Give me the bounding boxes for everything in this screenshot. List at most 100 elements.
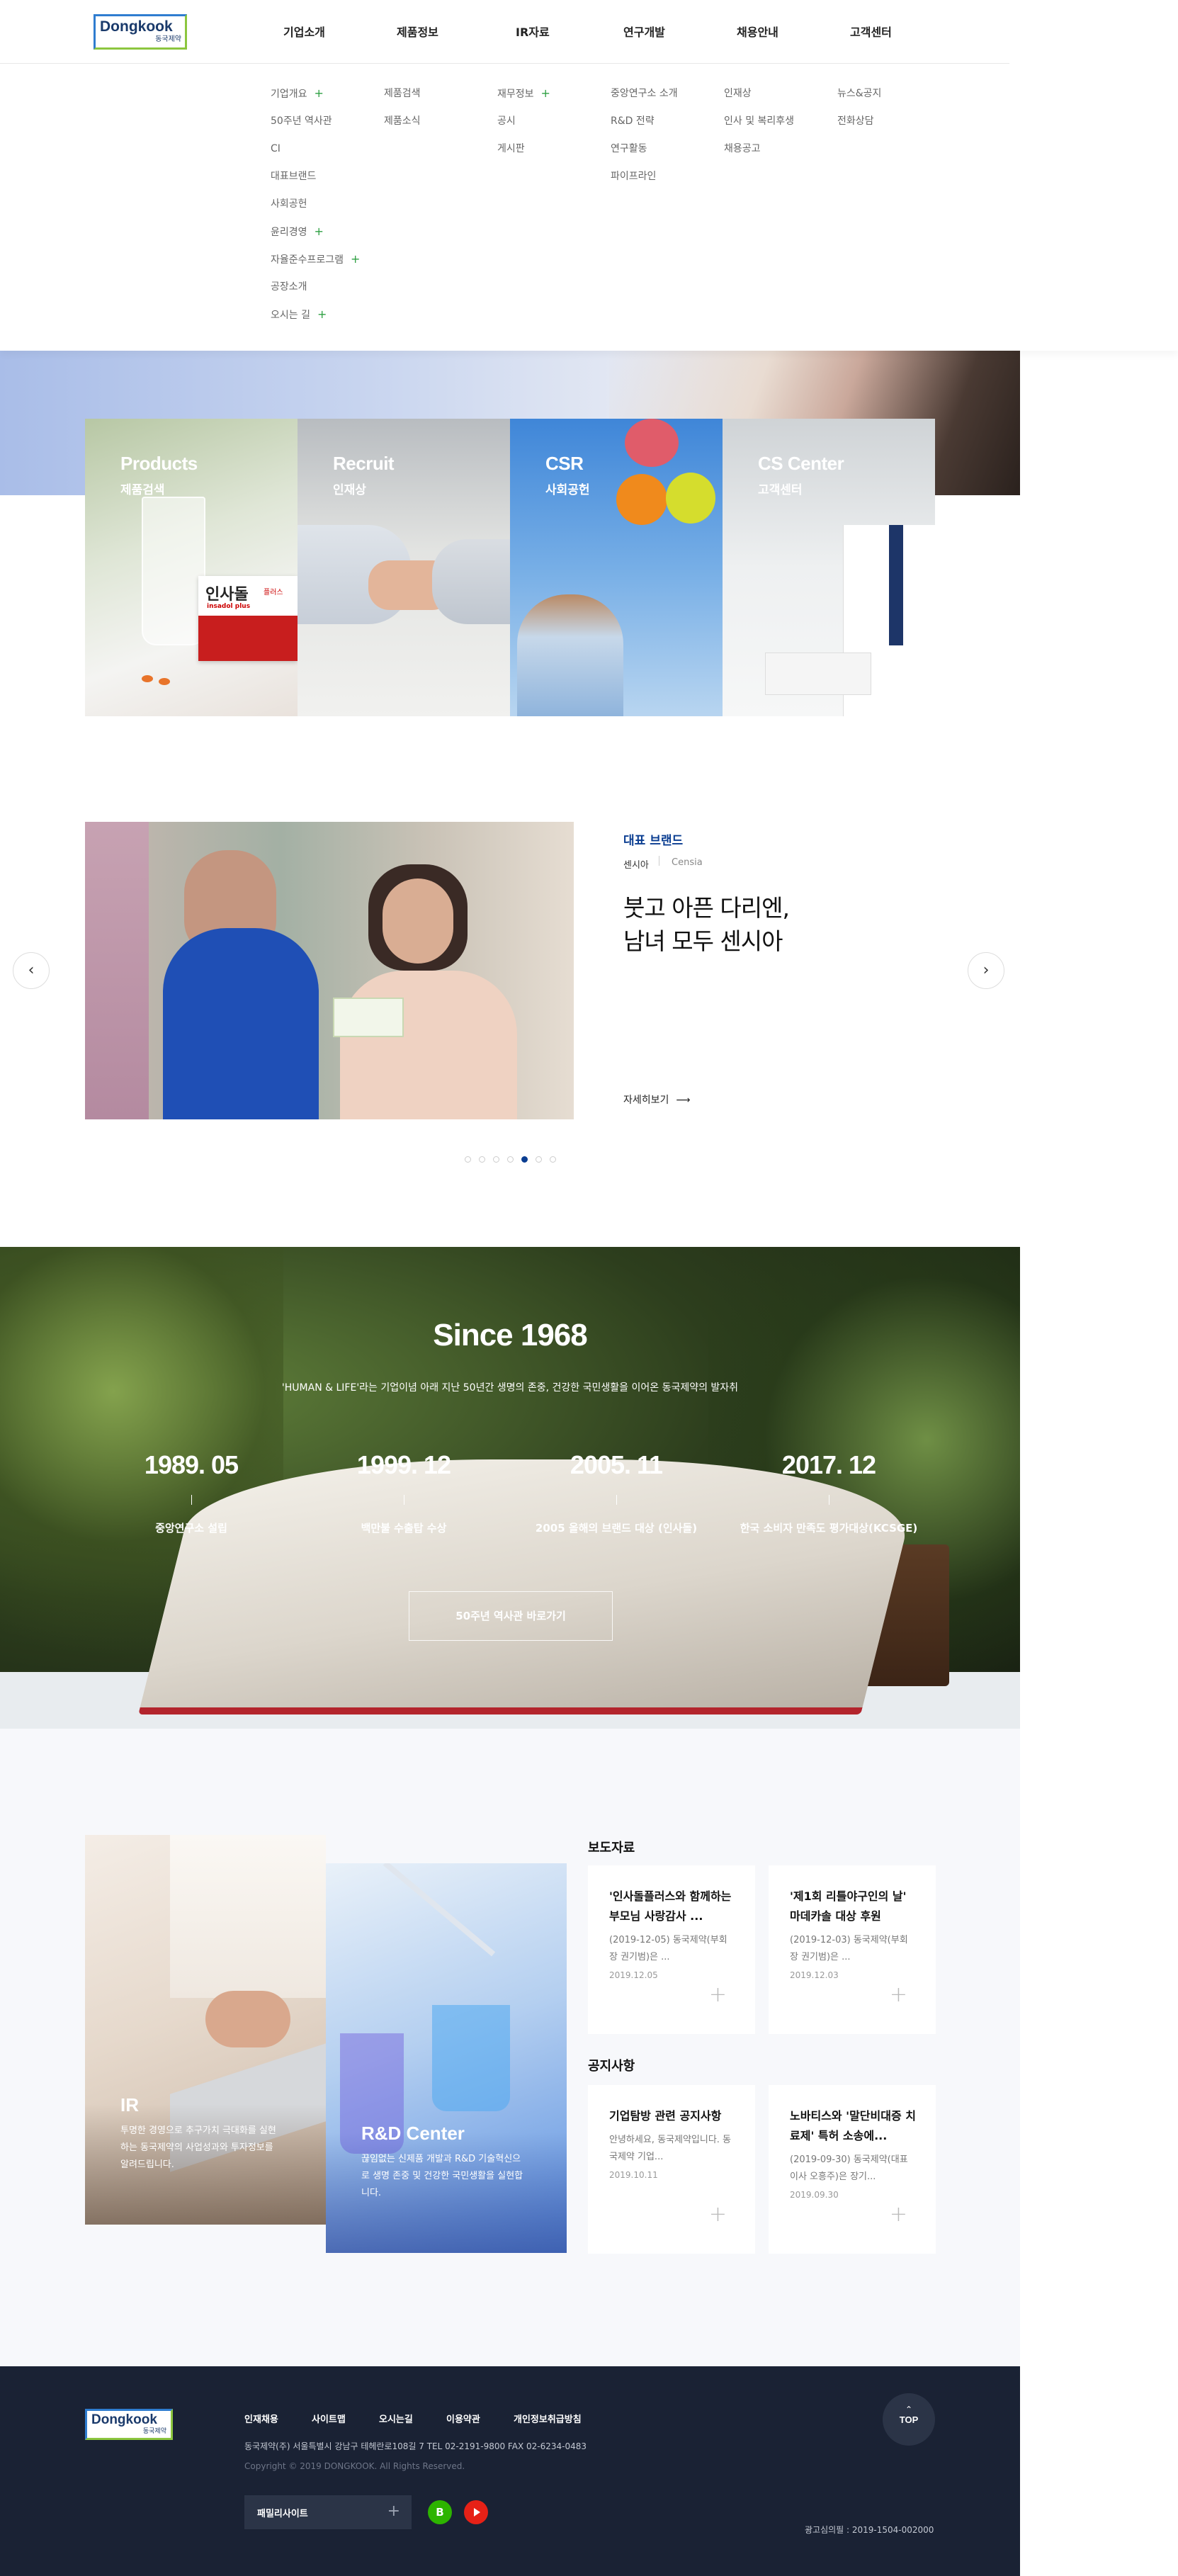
slider-dot-active[interactable]	[521, 1156, 528, 1163]
submenu-item[interactable]: 인재상	[724, 86, 794, 114]
notice-card-title: 노바티스와 '말단비대증 치료제' 특허 소송에...	[790, 2109, 916, 2142]
notice-card-title: 기업탐방 관련 공지사항	[609, 2109, 722, 2123]
ir-card[interactable]: IR 투명한 경영으로 추구가치 극대화를 실현하는 동국제약의 사업성과와 투…	[85, 1835, 326, 2225]
history-museum-button[interactable]: 50주년 역사관 바로가기	[409, 1591, 613, 1641]
press-card-date: 2019.12.03	[790, 1970, 839, 1980]
youtube-icon[interactable]	[464, 2500, 488, 2524]
submenu-item[interactable]: 전화상담	[837, 114, 881, 142]
submenu-item[interactable]: 오시는 길 +	[271, 307, 360, 335]
product-card-image	[333, 998, 404, 1037]
footer-logo[interactable]: Dongkook 동국제약	[85, 2409, 173, 2440]
slider-dot[interactable]	[493, 1156, 499, 1163]
milestone-divider	[616, 1495, 617, 1505]
pill-image	[159, 678, 170, 685]
press-title: 보도자료	[588, 1841, 635, 1855]
plus-icon: +	[351, 252, 361, 266]
footer-link-location[interactable]: 오시는길	[379, 2412, 413, 2425]
quick-card-csr[interactable]: CSR 사회공헌	[510, 419, 723, 716]
quick-card-subtitle: 고객센터	[758, 483, 803, 497]
woman-blouse-image	[340, 971, 517, 1119]
plus-icon: +	[317, 307, 327, 321]
submenu-item[interactable]: 연구활동	[611, 142, 678, 169]
nav-company[interactable]: 기업소개	[283, 23, 325, 40]
nav-rnd[interactable]: 연구개발	[623, 23, 665, 40]
family-site-select[interactable]: 패밀리사이트 +	[244, 2495, 412, 2529]
plus-icon: +	[314, 225, 324, 238]
submenu-item[interactable]: 파이프라인	[611, 169, 678, 197]
top-button[interactable]: ⌃ TOP	[883, 2393, 935, 2446]
submenu-item[interactable]: 제품소식	[384, 114, 421, 142]
press-card-date: 2019.12.05	[609, 1970, 658, 1980]
footer-link-privacy[interactable]: 개인정보취급방침	[514, 2412, 582, 2425]
plus-icon: +	[889, 2202, 907, 2227]
slider-dot[interactable]	[507, 1156, 514, 1163]
ir-desc: 투명한 경영으로 추구가치 극대화를 실현하는 동국제약의 사업성과와 투자정보…	[120, 2125, 276, 2170]
milestone-year: 1989. 05	[144, 1450, 239, 1479]
submenu-item[interactable]: 채용공고	[724, 142, 794, 169]
footer-link-recruit[interactable]: 인재채용	[244, 2412, 278, 2425]
product-box-en: insadol plus	[207, 603, 251, 610]
submenu-rnd: 중앙연구소 소개 R&D 전략 연구활동 파이프라인	[611, 86, 678, 197]
footer-link-sitemap[interactable]: 사이트맵	[312, 2412, 346, 2425]
slider-dot[interactable]	[536, 1156, 542, 1163]
submenu-item[interactable]: 공장소개	[271, 280, 360, 307]
woman-face-image	[383, 879, 453, 964]
notice-card[interactable]: 노바티스와 '말단비대증 치료제' 특허 소송에... (2019-09-30)…	[769, 2085, 936, 2254]
brand-tag-ko: 센시아	[623, 860, 649, 871]
slider-dot[interactable]	[479, 1156, 485, 1163]
quick-card-title: CSR	[545, 453, 584, 474]
submenu-item[interactable]: 50주년 역사관	[271, 114, 360, 142]
logo[interactable]: Dongkook 동국제약	[94, 14, 187, 50]
nav-recruit[interactable]: 채용안내	[737, 23, 778, 40]
submenu-item[interactable]: 제품검색	[384, 86, 421, 114]
section-label: 대표 브랜드	[623, 834, 684, 848]
submenu-item[interactable]: 인사 및 복리후생	[724, 114, 794, 142]
top-label: TOP	[899, 2414, 919, 2425]
next-arrow-icon[interactable]: ›	[968, 952, 1004, 989]
product-box-sub: 플러스	[264, 589, 283, 597]
submenu-item[interactable]: 뉴스&공지	[837, 86, 881, 114]
submenu-customer: 뉴스&공지 전화상담	[837, 86, 881, 142]
quick-card-title: Recruit	[333, 453, 395, 474]
notice-card-summary: 안녕하세요, 동국제약입니다. 동국제약 기업...	[609, 2135, 732, 2162]
footer-logo-subtext: 동국제약	[142, 2428, 166, 2435]
press-card[interactable]: '인사돌플러스와 함께하는 부모님 사랑감사 ... (2019-12-05) …	[588, 1865, 755, 2034]
submenu-item[interactable]: 사회공헌	[271, 197, 360, 225]
slider-dot[interactable]	[465, 1156, 471, 1163]
rnd-card[interactable]: R&D Center 끊임없는 신제품 개발과 R&D 기술혁신으로 생명 존중…	[326, 1863, 567, 2253]
plus-icon: +	[540, 86, 550, 100]
submenu-item[interactable]: 재무정보 +	[497, 86, 550, 114]
history-title: Since 1968	[433, 1318, 588, 1352]
submenu-item[interactable]: CI	[271, 142, 360, 169]
more-link[interactable]: 자세히보기 ⟶	[623, 1092, 690, 1107]
milestone-divider	[191, 1495, 192, 1505]
press-card-title: '제1회 리틀야구인의 날' 마데카솔 대상 후원	[790, 1889, 907, 1923]
sleeve-image	[432, 539, 510, 624]
nav-products[interactable]: 제품정보	[397, 23, 438, 40]
water-glass-image	[142, 497, 205, 645]
footer-link-terms[interactable]: 이용약관	[446, 2412, 480, 2425]
quick-card-products[interactable]: 인사돌 플러스 insadol plus Products 제품검색	[85, 419, 298, 716]
submenu-item[interactable]: 대표브랜드	[271, 169, 360, 197]
submenu-item[interactable]: 자율준수프로그램 +	[271, 252, 360, 280]
submenu-item[interactable]: 공시	[497, 114, 550, 142]
slider-dot[interactable]	[550, 1156, 556, 1163]
submenu-item[interactable]: 기업개요 +	[271, 86, 360, 114]
shirt-image	[170, 1835, 326, 1998]
notice-card[interactable]: 기업탐방 관련 공지사항 안녕하세요, 동국제약입니다. 동국제약 기업... …	[588, 2085, 755, 2254]
submenu-item[interactable]: R&D 전략	[611, 114, 678, 142]
nav-ir[interactable]: IR자료	[516, 23, 550, 40]
quick-card-cs-center[interactable]: CS Center 고객센터	[723, 419, 935, 716]
nav-customer[interactable]: 고객센터	[850, 23, 892, 40]
submenu-item[interactable]: 중앙연구소 소개	[611, 86, 678, 114]
plus-icon: +	[708, 1982, 727, 2007]
history-subtitle: 'HUMAN & LIFE'라는 기업이념 아래 지난 50년간 생명의 존중,…	[281, 1382, 739, 1394]
prev-arrow-icon[interactable]: ‹	[13, 952, 50, 989]
press-card[interactable]: '제1회 리틀야구인의 날' 마데카솔 대상 후원 (2019-12-03) 동…	[769, 1865, 936, 2034]
blog-icon[interactable]: B	[428, 2500, 452, 2524]
submenu-item[interactable]: 게시판	[497, 142, 550, 169]
footer-address: 동국제약(주) 서울특별시 강남구 테헤란로108길 7 TEL 02-2191…	[244, 2441, 587, 2451]
quick-card-recruit[interactable]: Recruit 인재상	[298, 419, 510, 716]
submenu-item[interactable]: 윤리경영 +	[271, 225, 360, 252]
man-jacket-image	[163, 928, 319, 1119]
